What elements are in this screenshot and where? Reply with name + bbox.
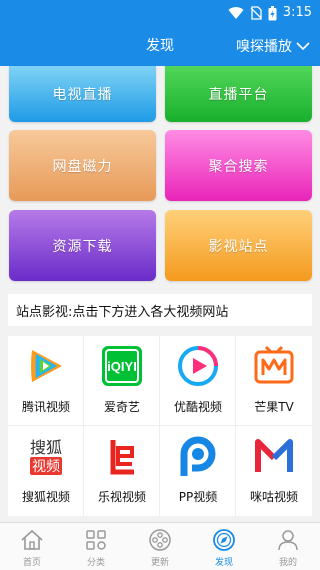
tile-tv-live[interactable]: 电视直播 bbox=[9, 66, 156, 122]
svg-text:视频: 视频 bbox=[32, 459, 60, 475]
site-youku[interactable]: 优酷视频 bbox=[160, 336, 236, 426]
site-label: 咪咕视频 bbox=[249, 490, 298, 504]
tile-netdisk-magnet[interactable]: 网盘磁力 bbox=[9, 130, 156, 201]
sites-info-bar: 站点影视:点击下方进入各大视频网站 bbox=[8, 294, 312, 326]
site-label: 乐视视频 bbox=[97, 490, 146, 504]
site-sohu-video[interactable]: 搜狐 视频 搜狐视频 bbox=[8, 426, 84, 516]
svg-text:搜狐: 搜狐 bbox=[30, 438, 62, 457]
site-mango-tv[interactable]: 芒果TV bbox=[236, 336, 312, 426]
nav-label: 首页 bbox=[22, 558, 41, 568]
tile-video-sites[interactable]: 影视站点 bbox=[165, 210, 312, 281]
app-header: 发现 嗅探播放 bbox=[0, 26, 320, 66]
bottom-nav: 首页 分类 更新 发现 我的 bbox=[0, 522, 320, 570]
nav-label: 我的 bbox=[278, 558, 297, 568]
chevron-down-icon bbox=[296, 42, 310, 51]
sohu-video-icon: 搜狐 视频 bbox=[30, 438, 62, 475]
site-label: 爱奇艺 bbox=[103, 400, 140, 414]
mango-tv-icon bbox=[254, 345, 294, 384]
category-icon bbox=[86, 530, 106, 550]
site-iqiyi[interactable]: iQIYI 爱奇艺 bbox=[84, 336, 160, 426]
iqiyi-icon: iQIYI bbox=[102, 346, 142, 386]
discover-icon bbox=[213, 529, 235, 551]
nav-item-home[interactable]: 首页 bbox=[0, 523, 64, 570]
status-time: 3:15 bbox=[282, 5, 312, 20]
home-icon bbox=[21, 529, 43, 550]
site-label: 腾讯视频 bbox=[21, 400, 70, 414]
tencent-video-icon bbox=[31, 350, 62, 382]
update-icon bbox=[149, 529, 171, 551]
nav-label: 发现 bbox=[214, 558, 233, 568]
tile-live-platform[interactable]: 直播平台 bbox=[165, 66, 312, 122]
nav-label: 更新 bbox=[150, 558, 169, 568]
status-icons: 3:15 bbox=[228, 4, 312, 22]
site-tencent-video[interactable]: 腾讯视频 bbox=[8, 336, 84, 426]
sites-info-text: 站点影视:点击下方进入各大视频网站 bbox=[16, 304, 229, 320]
site-label: 搜狐视频 bbox=[21, 490, 70, 504]
tile-aggregate-search[interactable]: 聚合搜索 bbox=[165, 130, 312, 201]
site-letv[interactable]: 乐视视频 bbox=[84, 426, 160, 516]
youku-icon bbox=[178, 346, 218, 386]
nav-item-category[interactable]: 分类 bbox=[64, 523, 128, 570]
site-label: 芒果TV bbox=[254, 400, 294, 414]
site-migu-video[interactable]: 咪咕视频 bbox=[236, 426, 312, 516]
site-label: PP视频 bbox=[178, 490, 218, 504]
nav-item-discover[interactable]: 发现 bbox=[192, 523, 256, 570]
sniff-play-label: 嗅探播放 bbox=[236, 39, 292, 55]
battery-icon bbox=[268, 5, 277, 20]
nav-item-update[interactable]: 更新 bbox=[128, 523, 192, 570]
wifi-icon bbox=[228, 7, 244, 20]
site-pp-video[interactable]: PP视频 bbox=[160, 426, 236, 516]
video-site-grid: 腾讯视频 iQIYI 爱奇艺 优酷视频 芒果TV 搜狐 视频 搜狐视频 乐视视频… bbox=[8, 336, 312, 516]
nav-label: 分类 bbox=[86, 558, 105, 568]
migu-video-icon bbox=[255, 439, 293, 472]
svg-text:iQIYI: iQIYI bbox=[107, 359, 137, 374]
nav-item-profile[interactable]: 我的 bbox=[256, 523, 320, 570]
no-sim-icon bbox=[250, 6, 262, 20]
tile-resource-download[interactable]: 资源下载 bbox=[9, 210, 156, 281]
status-bar: 3:15 bbox=[0, 0, 320, 26]
sniff-play-button[interactable]: 嗅探播放 bbox=[236, 26, 310, 66]
pp-video-icon bbox=[180, 436, 216, 476]
letv-icon bbox=[110, 440, 134, 475]
site-label: 优酷视频 bbox=[173, 400, 222, 414]
profile-icon bbox=[278, 530, 298, 551]
